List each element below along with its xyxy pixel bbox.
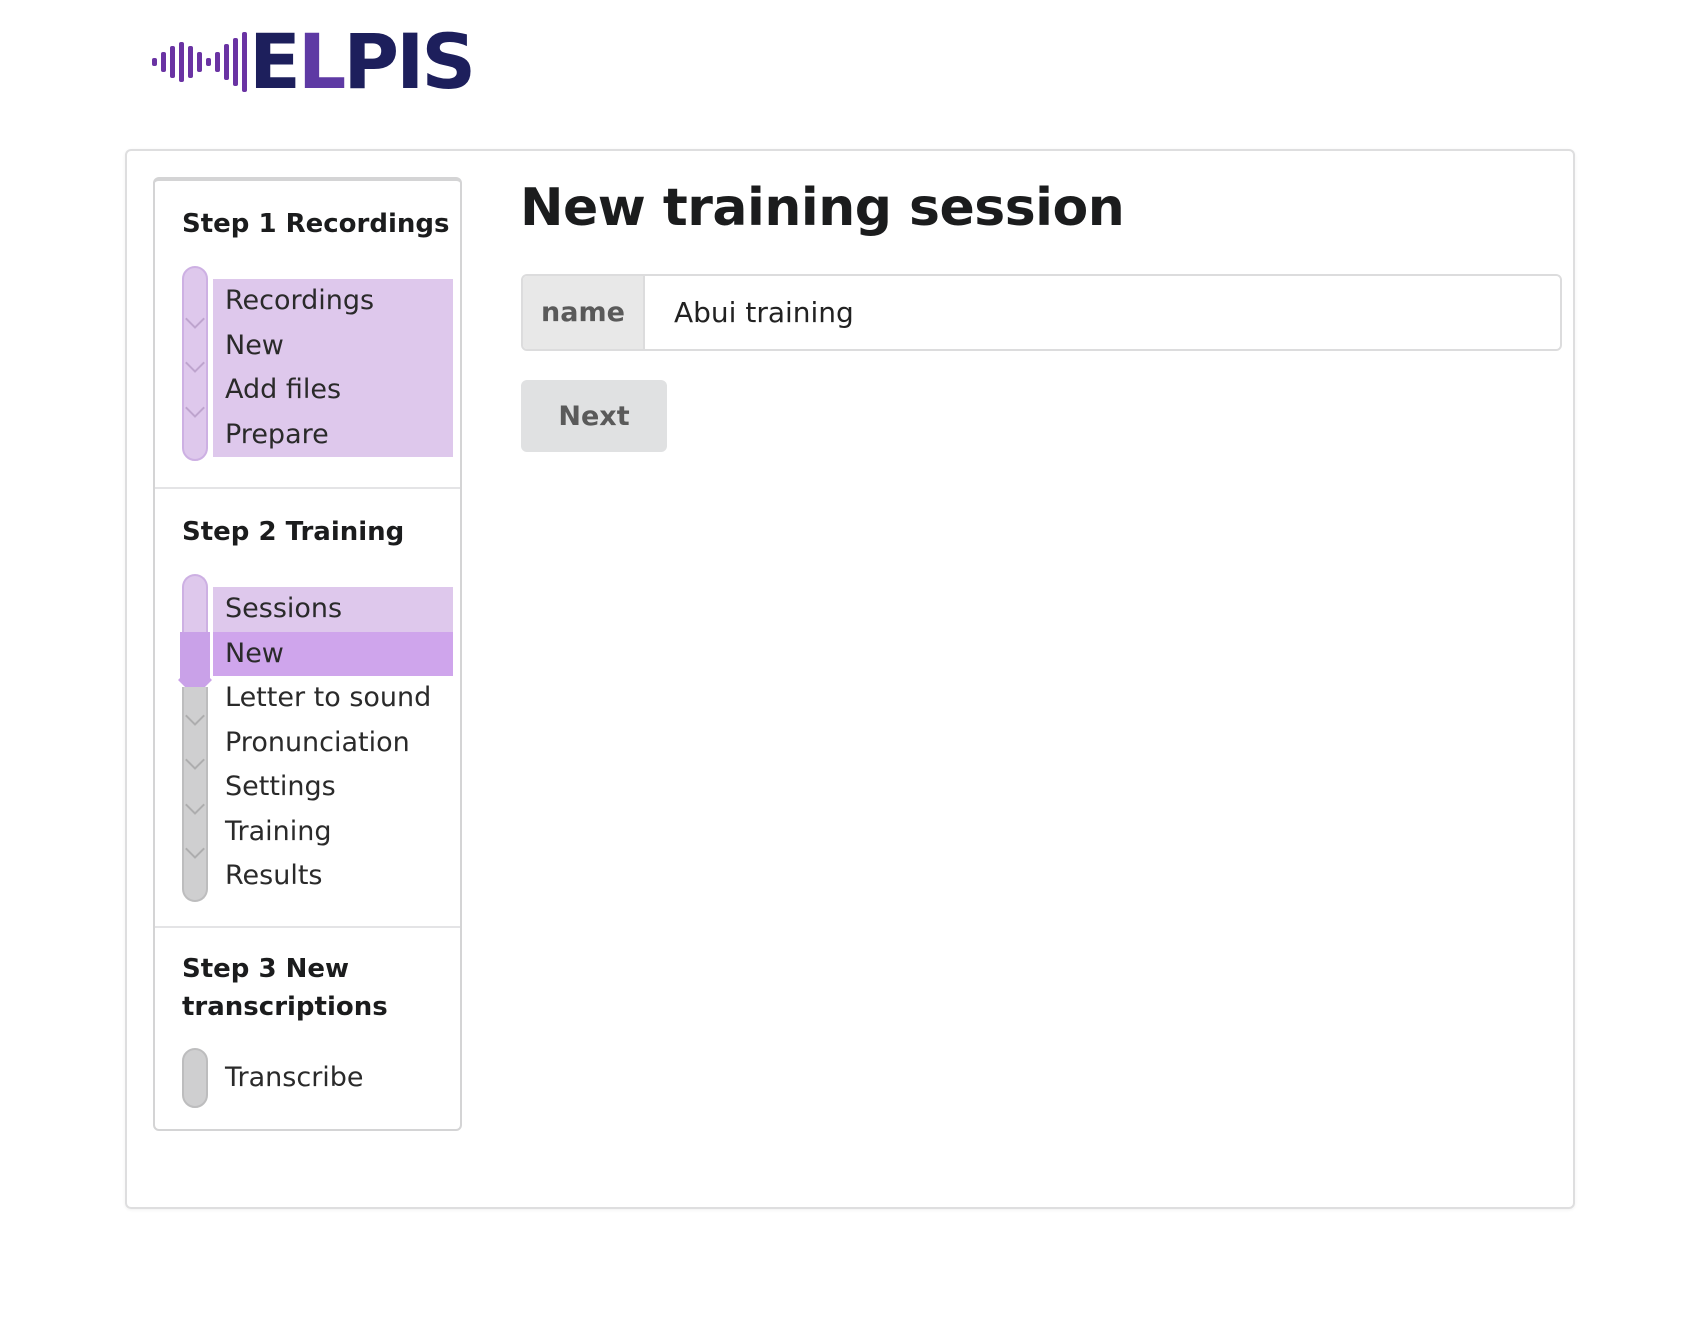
elpis-logo[interactable]: ELPIS [152,17,476,106]
step-item-settings[interactable]: Settings [213,765,453,810]
step-item-new-recording[interactable]: New [213,323,453,368]
step-items: Recordings New Add files Prepare [213,279,453,457]
step-item-sessions[interactable]: Sessions [213,587,453,632]
page-title: New training session [520,178,1125,238]
page: ELPIS Step 1 Recordings Recordings New A… [0,0,1700,1342]
step-item-letter-to-sound[interactable]: Letter to sound [213,676,453,721]
step-item-add-files[interactable]: Add files [213,368,453,413]
step-item-pronunciation[interactable]: Pronunciation [213,721,453,766]
name-field: name [521,274,1562,351]
progress-track [182,266,208,461]
next-button[interactable]: Next [521,380,667,452]
name-input[interactable] [645,276,1560,349]
step-item-prepare[interactable]: Prepare [213,412,453,457]
step-items: Sessions New Letter to sound Pronunciati… [213,587,453,899]
name-field-label: name [523,276,645,349]
progress-track-pending [182,687,208,902]
step-title: Step 3 New transcriptions [182,954,388,1022]
progress-track-completed [182,574,208,634]
step-item-training[interactable]: Training [213,810,453,855]
step-items: Transcribe [213,1056,453,1101]
steps-sidebar: Step 1 Recordings Recordings New Add fil… [153,177,462,1131]
step-3-new-transcriptions: Step 3 New transcriptions Transcribe [155,928,460,1128]
step-title: Step 2 Training [182,517,405,547]
step-title: Step 1 Recordings [182,209,450,239]
step-item-recordings[interactable]: Recordings [213,279,453,324]
step-item-results[interactable]: Results [213,854,453,899]
step-item-transcribe[interactable]: Transcribe [213,1056,453,1101]
step-1-recordings: Step 1 Recordings Recordings New Add fil… [155,181,460,491]
current-step-marker [180,632,210,680]
soundwave-icon [152,26,247,98]
step-2-training: Step 2 Training Sessions New Letter to s… [155,489,460,929]
progress-track [182,1048,208,1108]
step-item-new-session[interactable]: New [213,631,453,676]
logo-text: ELPIS [249,17,476,106]
